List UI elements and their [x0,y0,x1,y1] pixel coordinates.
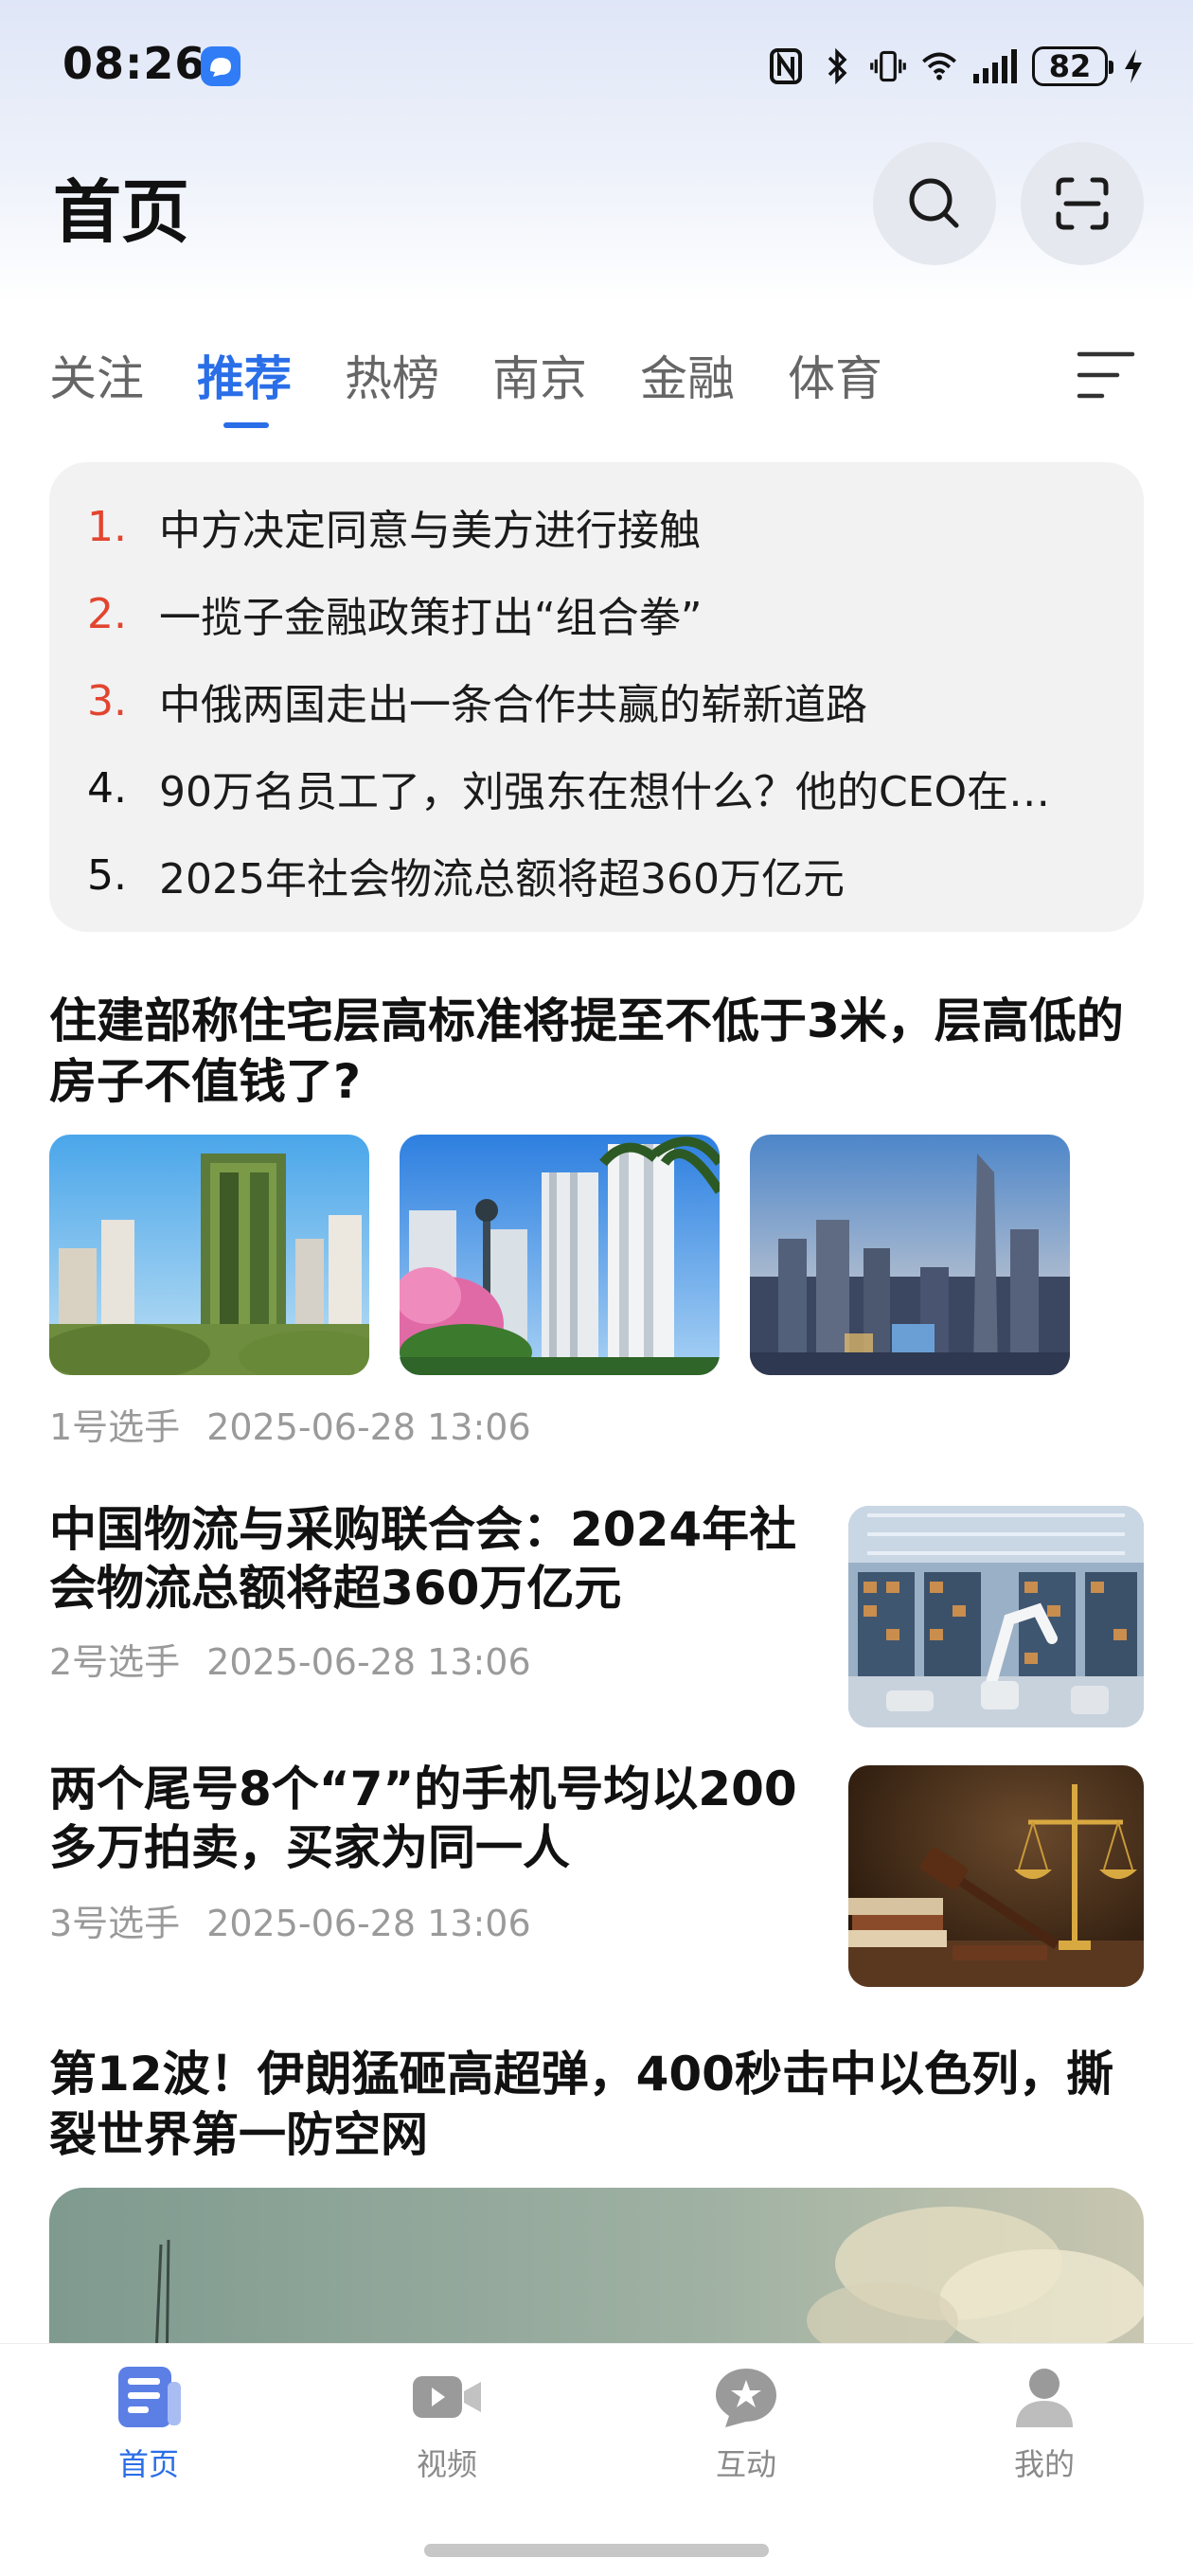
hot-rank: 4. [87,763,127,813]
bluetooth-icon [818,47,856,85]
signal-icon [971,47,1019,85]
article-source: 2号选手 [49,1641,181,1683]
article-thumbnail[interactable] [848,1506,1144,1727]
status-time: 08:26 [62,38,206,89]
article-thumbnail[interactable] [400,1135,720,1375]
article-time: 2025-06-28 13:06 [206,1641,531,1683]
tab-sports[interactable]: 体育 [788,341,882,407]
hot-headline: 中方决定同意与美方进行接触 [159,507,701,555]
nav-interact[interactable]: 互动 [651,2363,841,2484]
article-title[interactable]: 两个尾号8个“7”的手机号均以200多万拍卖，买家为同一人 [49,1760,807,1877]
hot-headline: 中俄两国走出一条合作共赢的崭新道路 [159,681,867,729]
tab-nanjing[interactable]: 南京 [492,341,587,407]
hot-rank: 1. [87,502,127,551]
article-thumbnail[interactable] [750,1135,1070,1375]
article-title[interactable]: 中国物流与采购联合会：2024年社会物流总额将超360万亿元 [49,1500,807,1618]
hot-list-card: 1. 中方决定同意与美方进行接触 2. 一揽子金融政策打出“组合拳” 3. 中俄… [49,462,1144,932]
bottom-navigation: 首页 视频 互动 我的 [0,2343,1193,2576]
article-time: 2025-06-28 13:06 [206,1903,531,1944]
nav-label: 我的 [1013,2446,1075,2482]
battery-level: 82 [1048,48,1092,84]
article-thumbnail[interactable] [49,1135,369,1375]
menu-icon [1077,351,1135,399]
hot-list-item[interactable]: 1. 中方决定同意与美方进行接触 [49,483,1144,570]
article-title[interactable]: 第12波！伊朗猛砸高超弹，400秒击中以色列，撕裂世界第一防空网 [49,2044,1148,2165]
hot-list-item[interactable]: 4. 90万名员工了，刘强东在想什么？他的CEO在… [49,744,1144,832]
scan-button[interactable] [1021,142,1144,265]
tab-menu-button[interactable] [1076,349,1136,402]
article-meta: 1号选手 2025-06-28 13:06 [49,1398,531,1450]
nav-label: 视频 [416,2446,477,2482]
hot-headline: 2025年社会物流总额将超360万亿元 [159,855,845,903]
wifi-icon [920,47,958,85]
hot-headline: 90万名员工了，刘强东在想什么？他的CEO在… [159,768,1051,816]
tab-follow[interactable]: 关注 [49,341,144,407]
status-icons: 82 [767,42,1146,91]
hot-list-item[interactable]: 5. 2025年社会物流总额将超360万亿元 [49,832,1144,919]
article-title[interactable]: 住建部称住宅层高标准将提至不低于3米，层高低的房子不值钱了? [49,991,1148,1112]
news-icon [118,2367,181,2427]
tab-finance[interactable]: 金融 [640,341,735,407]
charging-icon [1121,47,1146,85]
hot-rank: 3. [87,676,127,725]
battery-icon: 82 [1032,46,1113,86]
search-icon [909,178,959,228]
category-tabs: 关注 推荐 热榜 南京 金融 体育 [49,341,935,428]
status-bar: 08:26 82 [0,0,1193,133]
nfc-icon [767,47,805,85]
hot-list-item[interactable]: 2. 一揽子金融政策打出“组合拳” [49,570,1144,657]
nav-video[interactable]: 视频 [352,2363,542,2484]
article-source: 1号选手 [49,1406,181,1448]
person-icon [1016,2369,1073,2427]
hot-rank: 2. [87,589,127,638]
article-source: 3号选手 [49,1903,181,1944]
star-chat-icon [716,2369,776,2427]
article-thumbnail[interactable] [848,1765,1144,1987]
nav-label: 首页 [117,2446,179,2482]
page-title: 首页 [53,172,190,252]
tab-hot-list[interactable]: 热榜 [345,341,439,407]
hot-headline: 一揽子金融政策打出“组合拳” [159,594,703,642]
home-indicator[interactable] [424,2544,769,2557]
tab-recommend[interactable]: 推荐 [197,341,292,428]
video-icon [413,2376,481,2418]
message-icon [199,45,242,88]
article-meta: 2号选手 2025-06-28 13:06 [49,1633,531,1685]
search-button[interactable] [873,142,996,265]
vibrate-icon [869,47,907,85]
nav-home[interactable]: 首页 [54,2363,243,2484]
hot-rank: 5. [87,850,127,900]
app-screen: 08:26 82 首页 关注 推荐 热榜 南京 金融 体育 1. 中方决定同意与… [0,0,1193,2576]
nav-profile[interactable]: 我的 [950,2363,1139,2484]
scan-icon [1056,177,1109,230]
article-time: 2025-06-28 13:06 [206,1406,531,1448]
article-meta: 3号选手 2025-06-28 13:06 [49,1894,531,1946]
nav-label: 互动 [715,2446,776,2482]
hot-list-item[interactable]: 3. 中俄两国走出一条合作共赢的崭新道路 [49,657,1144,744]
